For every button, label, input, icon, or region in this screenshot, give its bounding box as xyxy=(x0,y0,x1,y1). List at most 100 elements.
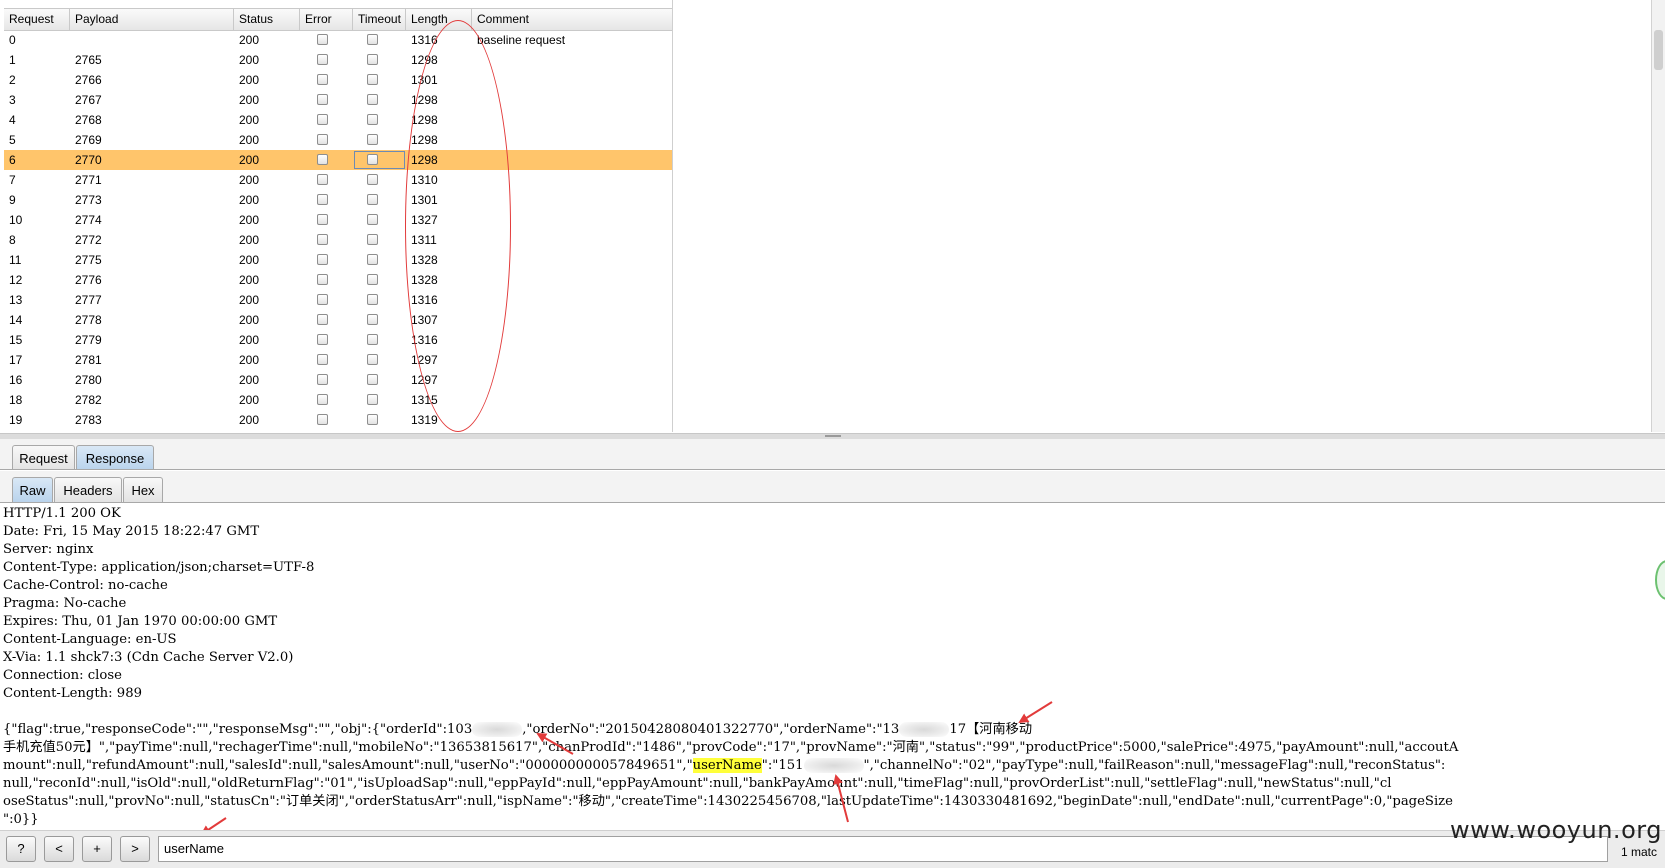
error-checkbox[interactable] xyxy=(317,234,328,245)
timeout-checkbox[interactable] xyxy=(367,74,378,85)
timeout-checkbox[interactable] xyxy=(367,194,378,205)
column-header-status[interactable]: Status xyxy=(234,9,300,30)
timeout-checkbox[interactable] xyxy=(367,234,378,245)
tab-raw[interactable]: Raw xyxy=(12,477,53,502)
timeout-checkbox[interactable] xyxy=(367,34,378,45)
table-row[interactable]: 1 2765 200 1298 xyxy=(4,50,672,70)
table-row[interactable]: 13 2777 200 1316 xyxy=(4,290,672,310)
cell-payload: 2781 xyxy=(75,353,102,367)
side-widget-edge[interactable] xyxy=(1655,560,1665,600)
table-row[interactable]: 7 2771 200 1310 xyxy=(4,170,672,190)
timeout-checkbox[interactable] xyxy=(367,414,378,425)
table-row[interactable]: 18 2782 200 1315 xyxy=(4,390,672,410)
error-cell xyxy=(300,370,353,390)
help-button[interactable]: ? xyxy=(6,836,36,862)
search-input[interactable]: userName xyxy=(158,836,1608,862)
timeout-checkbox[interactable] xyxy=(367,334,378,345)
raw-response-editor[interactable]: HTTP/1.1 200 OK Date: Fri, 15 May 2015 1… xyxy=(0,505,1650,829)
error-checkbox[interactable] xyxy=(317,154,328,165)
cell-payload: 2777 xyxy=(75,293,102,307)
next-match-button[interactable]: > xyxy=(120,836,150,862)
error-checkbox[interactable] xyxy=(317,34,328,45)
error-checkbox[interactable] xyxy=(317,134,328,145)
response-header-line: HTTP/1.1 200 OK xyxy=(3,506,121,521)
table-row[interactable]: 10 2774 200 1327 xyxy=(4,210,672,230)
error-checkbox[interactable] xyxy=(317,194,328,205)
table-row[interactable]: 12 2776 200 1328 xyxy=(4,270,672,290)
cell-status: 200 xyxy=(239,313,260,327)
scrollbar-thumb[interactable] xyxy=(1654,30,1663,70)
table-row[interactable]: 15 2779 200 1316 xyxy=(4,330,672,350)
timeout-checkbox[interactable] xyxy=(367,154,378,165)
error-checkbox[interactable] xyxy=(317,114,328,125)
table-row[interactable]: 5 2769 200 1298 xyxy=(4,130,672,150)
error-checkbox[interactable] xyxy=(317,94,328,105)
timeout-checkbox[interactable] xyxy=(367,254,378,265)
error-checkbox[interactable] xyxy=(317,354,328,365)
cell-status: 200 xyxy=(239,253,260,267)
results-table-header: Request Payload Status Error Timeout Len… xyxy=(4,8,672,31)
column-header-request[interactable]: Request xyxy=(4,9,70,30)
timeout-checkbox[interactable] xyxy=(367,374,378,385)
tab-headers[interactable]: Headers xyxy=(54,477,122,502)
tab-request[interactable]: Request xyxy=(12,445,75,470)
tab-response[interactable]: Response xyxy=(76,445,154,470)
cell-payload: 2771 xyxy=(75,173,102,187)
error-cell xyxy=(300,130,353,150)
timeout-checkbox[interactable] xyxy=(367,294,378,305)
error-checkbox[interactable] xyxy=(317,314,328,325)
timeout-checkbox[interactable] xyxy=(367,54,378,65)
cell-request: 14 xyxy=(9,313,23,327)
results-scrollbar[interactable] xyxy=(1651,0,1665,432)
cell-request: 3 xyxy=(9,93,16,107)
column-header-timeout[interactable]: Timeout xyxy=(353,9,406,30)
tab-hex[interactable]: Hex xyxy=(123,477,163,502)
error-checkbox[interactable] xyxy=(317,274,328,285)
timeout-checkbox[interactable] xyxy=(367,394,378,405)
table-row[interactable]: 8 2772 200 1311 xyxy=(4,230,672,250)
add-option-button[interactable]: + xyxy=(82,836,112,862)
timeout-checkbox[interactable] xyxy=(367,174,378,185)
table-row[interactable]: 19 2783 200 1319 xyxy=(4,410,672,430)
response-body-line: oseStatus":null,"provNo":null,"statusCn"… xyxy=(3,794,1453,809)
error-checkbox[interactable] xyxy=(317,414,328,425)
error-checkbox[interactable] xyxy=(317,254,328,265)
column-header-payload[interactable]: Payload xyxy=(70,9,234,30)
length-annotation-circle xyxy=(405,20,511,432)
table-row[interactable]: 2 2766 200 1301 xyxy=(4,70,672,90)
timeout-checkbox[interactable] xyxy=(367,134,378,145)
timeout-checkbox[interactable] xyxy=(367,274,378,285)
cell-comment xyxy=(472,350,672,370)
error-checkbox[interactable] xyxy=(317,374,328,385)
timeout-checkbox[interactable] xyxy=(367,94,378,105)
response-header-line: Connection: close xyxy=(3,668,122,683)
error-checkbox[interactable] xyxy=(317,294,328,305)
error-checkbox[interactable] xyxy=(317,74,328,85)
table-row[interactable]: 14 2778 200 1307 xyxy=(4,310,672,330)
column-header-comment[interactable]: Comment xyxy=(472,9,672,30)
cell-request: 18 xyxy=(9,393,23,407)
table-row[interactable]: 3 2767 200 1298 xyxy=(4,90,672,110)
table-row[interactable]: 4 2768 200 1298 xyxy=(4,110,672,130)
message-tabbar: Request Response xyxy=(0,439,1665,470)
cell-request: 16 xyxy=(9,373,23,387)
error-checkbox[interactable] xyxy=(317,174,328,185)
table-row[interactable]: 17 2781 200 1297 xyxy=(4,350,672,370)
table-row[interactable]: 6 2770 200 1298 xyxy=(4,150,672,170)
previous-match-button[interactable]: < xyxy=(44,836,74,862)
error-checkbox[interactable] xyxy=(317,334,328,345)
column-header-error[interactable]: Error xyxy=(300,9,353,30)
timeout-checkbox[interactable] xyxy=(367,214,378,225)
error-checkbox[interactable] xyxy=(317,394,328,405)
table-row[interactable]: 11 2775 200 1328 xyxy=(4,250,672,270)
cell-request: 0 xyxy=(9,33,16,47)
body-text: mount":null,"refundAmount":null,"salesId… xyxy=(3,758,693,773)
error-checkbox[interactable] xyxy=(317,54,328,65)
timeout-checkbox[interactable] xyxy=(367,114,378,125)
table-row[interactable]: 9 2773 200 1301 xyxy=(4,190,672,210)
timeout-checkbox[interactable] xyxy=(367,354,378,365)
error-checkbox[interactable] xyxy=(317,214,328,225)
table-row[interactable]: 16 2780 200 1297 xyxy=(4,370,672,390)
table-row[interactable]: 0 200 1316 baseline request xyxy=(4,30,672,50)
timeout-checkbox[interactable] xyxy=(367,314,378,325)
